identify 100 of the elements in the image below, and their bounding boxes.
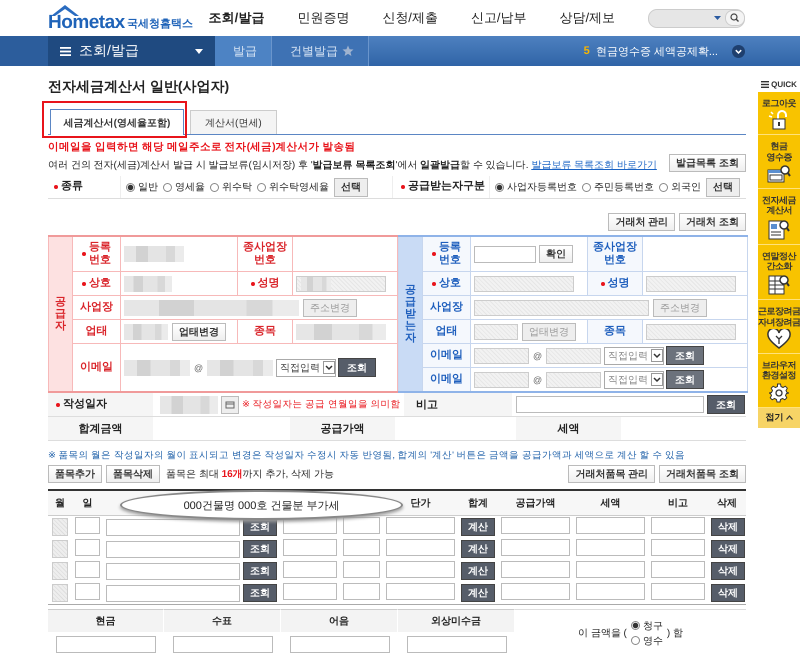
button[interactable]: 계산 [461,562,495,580]
quick-link[interactable]: 로그아웃 [758,92,800,136]
input-field[interactable] [501,583,570,600]
input-field[interactable] [106,518,240,536]
input-field[interactable] [283,539,337,556]
radio-button[interactable]: 청구 [630,618,663,632]
quick-link[interactable]: 연말정산 간소화 [758,244,800,300]
radio-button[interactable]: 영세율 [163,180,205,194]
menu-bar[interactable]: 조회/발급 [48,36,215,66]
button[interactable]: 조회 [666,370,704,389]
logo-text[interactable]: Hometax [48,13,125,33]
input-field[interactable] [75,583,100,600]
input-field[interactable] [651,583,705,600]
input-field[interactable] [386,539,455,556]
input-field[interactable] [576,517,645,534]
button[interactable]: 확인 [539,245,573,263]
input-field[interactable] [474,324,518,340]
button[interactable]: 선택 [334,178,368,196]
input-field[interactable] [474,300,649,316]
nav-item[interactable]: 조회/발급 [208,9,264,27]
input-field[interactable] [474,246,536,262]
checkbox[interactable] [52,540,68,558]
input-field[interactable] [106,584,240,602]
menu-icon[interactable] [60,46,71,56]
input-field[interactable] [75,561,100,578]
checkbox[interactable] [52,518,68,536]
button[interactable]: 조회 [707,395,745,414]
input-field[interactable] [343,517,380,534]
calendar-icon[interactable] [221,396,239,414]
input-field[interactable] [516,396,704,413]
tab[interactable]: 계산서(면세) [190,110,277,134]
caret-icon[interactable] [195,48,203,54]
nav-item[interactable]: 민원증명 [297,9,350,27]
link[interactable]: 발급보류 목록조회 바로가기 [531,160,657,171]
breadcrumb[interactable]: 건별발급 [272,36,369,66]
search-field[interactable] [648,8,745,28]
input-field[interactable] [75,517,100,534]
button[interactable]: 선택 [706,178,740,196]
input-field[interactable] [343,539,380,556]
input-field[interactable] [576,539,645,556]
input-field[interactable] [283,561,337,578]
radio-button[interactable]: 일반 [126,180,158,194]
input-field[interactable] [474,276,574,292]
quick-link[interactable]: 현금 영수증 [758,135,800,190]
button[interactable]: 거래처품목 관리 [568,465,656,483]
button[interactable]: 삭제 [711,562,745,580]
button[interactable]: 거래처 관리 [608,213,676,231]
fold-button[interactable]: 접기 [758,408,800,428]
button[interactable]: 업태변경 [172,322,226,340]
input-field[interactable] [290,636,390,652]
quick-link[interactable]: 브라우저 환경설정 [758,354,800,408]
input-field[interactable] [406,636,506,652]
button[interactable]: 계산 [461,518,495,536]
input-field[interactable] [651,539,705,556]
tab[interactable]: 세금계산서(영세율포함) [50,109,184,135]
input-field[interactable] [56,636,156,652]
input-field[interactable] [501,539,570,556]
nav-item[interactable]: 신고/납부 [470,9,527,27]
chevron-down-icon[interactable] [323,361,336,374]
button[interactable]: 조회 [338,358,376,377]
button[interactable]: 삭제 [711,584,745,602]
input-field[interactable] [501,517,570,534]
quick-link[interactable]: 근로장려금 자녀장려금 [758,300,800,354]
star-icon[interactable] [342,45,354,57]
input-field[interactable] [75,539,100,556]
chevron-down-icon[interactable] [732,44,745,58]
button[interactable]: 품목삭제 [106,465,160,483]
input-field[interactable] [386,583,455,600]
button[interactable]: 발급목록 조회 [669,154,746,172]
radio-button[interactable]: 위수탁영세율 [257,180,329,194]
input-field[interactable] [386,561,455,578]
button[interactable]: 조회 [666,346,704,365]
input-field[interactable] [576,583,645,600]
input-field[interactable] [546,348,602,364]
input-field[interactable] [576,561,645,578]
notice-text[interactable]: 현금영수증 세액공제확... [596,44,718,58]
input-field[interactable] [296,276,386,292]
input-field[interactable] [283,583,337,600]
select-field[interactable]: 직접입력 [276,358,336,376]
input-field[interactable] [386,517,455,534]
input-field[interactable] [546,372,602,388]
input-field[interactable] [474,372,529,388]
quick-link[interactable]: 전자세금 계산서 [758,189,800,245]
radio-button[interactable]: 주민등록번호 [582,180,654,194]
input-field[interactable] [474,348,529,364]
input-field[interactable] [343,561,380,578]
input-field[interactable] [106,540,240,558]
button[interactable]: 삭제 [711,540,745,558]
input-field[interactable] [106,562,240,580]
dropdown-icon[interactable] [714,16,721,20]
select-field[interactable]: 직접입력 [604,346,664,364]
input-field[interactable] [343,583,380,600]
checkbox[interactable] [52,562,68,580]
button[interactable]: 조회 [243,584,277,602]
select-field[interactable]: 직접입력 [604,370,664,388]
input-field[interactable] [646,276,736,292]
button[interactable]: 조회 [243,562,277,580]
nav-item[interactable]: 상담/제보 [560,9,616,27]
input-field[interactable] [283,517,337,534]
button[interactable]: 조회 [243,540,277,558]
